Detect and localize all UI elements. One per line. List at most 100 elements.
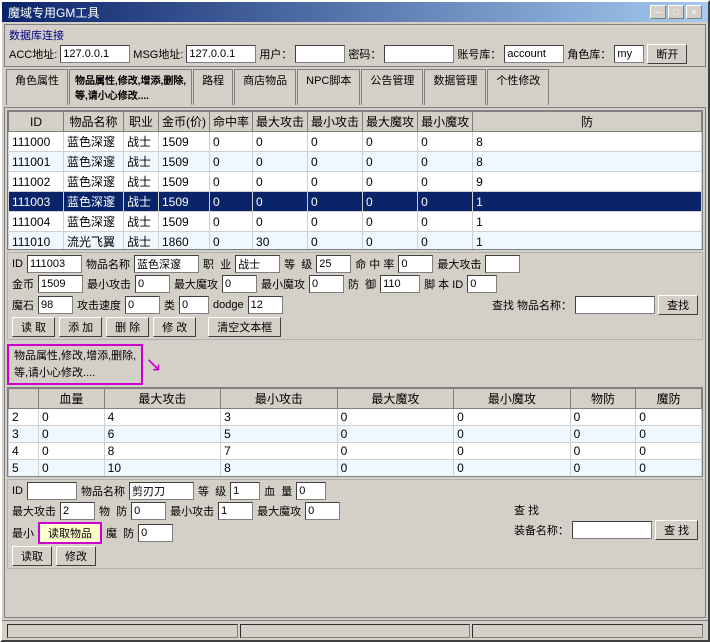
lower-annotation: 物品属性,修改,增添,删除,等,请小心修改.... <box>7 344 143 385</box>
add-button[interactable]: 添 加 <box>59 317 102 337</box>
dodge-label: dodge <box>213 299 244 311</box>
tab-notice[interactable]: 公告管理 <box>361 69 423 105</box>
min-mag-label: 最小魔攻 <box>261 276 305 292</box>
user-label: 用户： <box>259 46 292 62</box>
minimize-button[interactable]: ─ <box>650 5 666 19</box>
magic-stone-input[interactable] <box>38 296 73 314</box>
tab-shop[interactable]: 商店物品 <box>234 69 296 105</box>
maximize-button[interactable]: □ <box>668 5 684 19</box>
lower-name-label: 物品名称 <box>81 483 125 499</box>
clear-button[interactable]: 清空文本框 <box>208 317 281 337</box>
item-name-input[interactable] <box>134 255 199 273</box>
atk-speed-label: 攻击速度 <box>77 297 121 313</box>
col-minmag: 最小魔攻 <box>418 112 473 132</box>
col-hit: 命中率 <box>210 112 253 132</box>
lower-table-row[interactable]: 4 0 8 7 0 0 0 0 <box>9 443 702 460</box>
upper-table-row[interactable]: 111001 蓝色深邃 战士 1509 0 0 0 0 0 8 <box>9 152 702 172</box>
foot-input[interactable] <box>467 275 497 293</box>
item-name-search-label: 物品名称： <box>517 297 572 313</box>
upper-table-row[interactable]: 111010 流光飞翼 战士 1860 0 30 0 0 0 1 <box>9 232 702 251</box>
pwd-input[interactable] <box>384 45 454 63</box>
lower-hp-input[interactable] <box>296 482 326 500</box>
role-db-label: 角色库： <box>567 46 611 62</box>
def-label: 防 御 <box>348 276 376 292</box>
id-input[interactable] <box>27 255 82 273</box>
col-def: 防 <box>473 112 702 132</box>
col-id: ID <box>9 112 64 132</box>
def-input[interactable] <box>380 275 420 293</box>
lower-id-input[interactable] <box>27 482 77 500</box>
close-button[interactable]: × <box>686 5 702 19</box>
tab-role[interactable]: 角色属性 <box>6 69 68 105</box>
level-label: 等 级 <box>284 256 312 272</box>
upper-table-row[interactable]: 111003 蓝色深邃 战士 1509 0 0 0 0 0 1 <box>9 192 702 212</box>
level-input[interactable] <box>316 255 351 273</box>
tab-item[interactable]: 物品属性,修改,增添,删除,等,请小心修改.... <box>69 69 192 105</box>
tab-route[interactable]: 路程 <box>193 69 233 105</box>
search-button[interactable]: 查找 <box>658 295 698 315</box>
item-name-search-input[interactable] <box>575 296 655 314</box>
modify-button[interactable]: 修 改 <box>153 317 196 337</box>
lower-read-button[interactable]: 读取 <box>12 546 52 566</box>
lower-mdef-input[interactable] <box>138 524 173 542</box>
status-segment-3 <box>472 624 703 638</box>
role-db-input[interactable] <box>614 45 644 63</box>
user-input[interactable] <box>295 45 345 63</box>
lower-maxatk-input[interactable] <box>60 502 95 520</box>
connect-button[interactable]: 断开 <box>647 44 687 64</box>
type-input[interactable] <box>179 296 209 314</box>
dodge-input[interactable] <box>248 296 283 314</box>
tab-data[interactable]: 数据管理 <box>424 69 486 105</box>
col-maxmag: 最大魔攻 <box>363 112 418 132</box>
lower-search-button[interactable]: 查 找 <box>655 520 698 540</box>
read-item-button[interactable]: 读取物品 <box>38 522 102 544</box>
lower-minatk-label: 最小攻击 <box>170 503 214 519</box>
atk-speed-input[interactable] <box>125 296 160 314</box>
acc-input[interactable] <box>60 45 130 63</box>
max-atk-label: 最大攻击 <box>437 256 481 272</box>
acc-db-input[interactable] <box>504 45 564 63</box>
lower-table-row[interactable]: 2 0 4 3 0 0 0 0 <box>9 409 702 426</box>
lower-table-row[interactable]: 6 0 12 10 0 0 0 0 <box>9 477 702 478</box>
title-bar-buttons: ─ □ × <box>650 5 702 19</box>
lower-level-input[interactable] <box>230 482 260 500</box>
read-button[interactable]: 读 取 <box>12 317 55 337</box>
tab-custom[interactable]: 个性修改 <box>487 69 549 105</box>
upper-table-row[interactable]: 111004 蓝色深邃 战士 1509 0 0 0 0 0 1 <box>9 212 702 232</box>
lower-hp-label: 血 量 <box>264 483 292 499</box>
lower-search-label: 查 找 <box>514 502 539 518</box>
status-segment-2 <box>240 624 471 638</box>
upper-table-row[interactable]: 111000 蓝色深邃 战士 1509 0 0 0 0 0 8 <box>9 132 702 152</box>
lower-col-maxatk: 最大攻击 <box>104 389 220 409</box>
lower-pdef-label: 物 防 <box>99 503 127 519</box>
delete-button[interactable]: 删 除 <box>106 317 149 337</box>
msg-input[interactable] <box>186 45 256 63</box>
lower-mdef-label: 魔 防 <box>106 525 134 541</box>
price-input[interactable] <box>38 275 83 293</box>
lower-name-input[interactable] <box>129 482 194 500</box>
lower-equip-name-input[interactable] <box>572 521 652 539</box>
lower-modify-button[interactable]: 修改 <box>56 546 96 566</box>
lower-table-row[interactable]: 3 0 6 5 0 0 0 0 <box>9 426 702 443</box>
min-mag-input[interactable] <box>309 275 344 293</box>
lower-table-row[interactable]: 5 0 10 8 0 0 0 0 <box>9 460 702 477</box>
lower-maxatk-label: 最大攻击 <box>12 503 56 519</box>
col-name: 物品名称 <box>64 112 124 132</box>
search-hint: 查找 <box>492 297 514 313</box>
min-atk-input[interactable] <box>135 275 170 293</box>
lower-pdef-input[interactable] <box>131 502 166 520</box>
lower-minmag-label: 最小 <box>12 525 34 541</box>
lower-maxmag-input[interactable] <box>305 502 340 520</box>
job-input[interactable] <box>235 255 280 273</box>
lower-minatk-input[interactable] <box>218 502 253 520</box>
lower-id-label: ID <box>12 485 23 497</box>
window-title: 魔域专用GM工具 <box>8 4 99 21</box>
status-bar <box>2 620 708 640</box>
status-segment-1 <box>7 624 238 638</box>
max-mag-label: 最大魔攻 <box>174 276 218 292</box>
max-mag-input[interactable] <box>222 275 257 293</box>
max-atk-input[interactable] <box>485 255 520 273</box>
hit-input[interactable] <box>398 255 433 273</box>
upper-table-row[interactable]: 111002 蓝色深邃 战士 1509 0 0 0 0 0 9 <box>9 172 702 192</box>
tab-npc[interactable]: NPC脚本 <box>297 69 360 105</box>
